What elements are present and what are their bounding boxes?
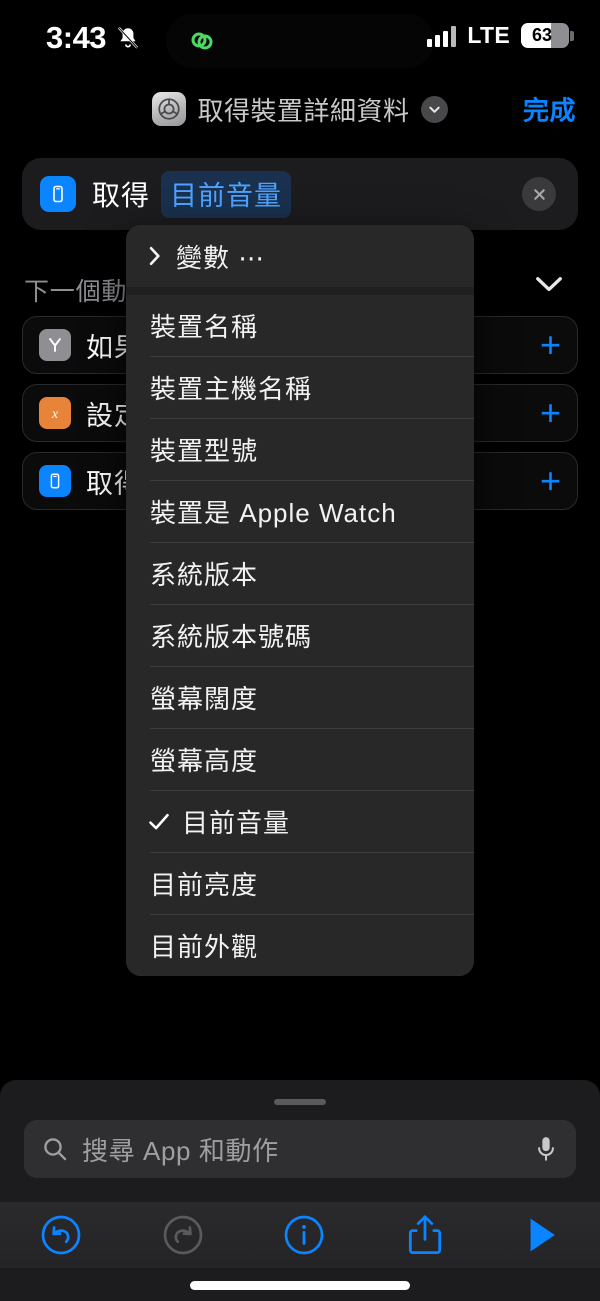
iphone-screen: 3:43 LTE 63 取得裝置詳細資料 完成 取得 目前音量 下一個動作 如果… [0,0,600,1301]
action-library-sheet: 搜尋 App 和動作 [0,1080,600,1301]
menu-item-screen-width[interactable]: 螢幕闊度 [126,667,474,728]
menu-item-current-volume[interactable]: 目前音量 [126,791,474,852]
branch-if-icon [39,329,71,361]
menu-item-label: 系統版本 [150,560,259,590]
menu-item-system-version[interactable]: 系統版本 [126,543,474,604]
menu-item-label: 目前亮度 [150,870,259,900]
parameter-context-menu: 變數 ⋯ 裝置名稱 裝置主機名稱 裝置型號 裝置是 Apple Watch 系統… [126,225,474,976]
battery-percent-label: 63 [531,25,553,45]
menu-item-label: 裝置型號 [150,436,259,466]
done-button[interactable]: 完成 [523,91,576,128]
share-button[interactable] [405,1213,445,1257]
menu-item-current-appearance[interactable]: 目前外觀 [126,915,474,976]
status-bar-left: 3:43 [46,20,141,56]
run-button[interactable] [524,1215,560,1255]
menu-item-label: 螢幕高度 [150,746,259,776]
variable-x-icon: x [39,397,71,429]
redo-button[interactable] [162,1214,204,1256]
status-bar-right: LTE 63 [427,22,574,49]
menu-item-label: 裝置是 Apple Watch [150,498,397,528]
shortcut-glyph-icon [152,92,187,126]
menu-item-label: 系統版本號碼 [150,622,313,652]
sheet-grabber-handle[interactable] [274,1099,326,1105]
menu-item-screen-height[interactable]: 螢幕高度 [126,729,474,790]
menu-item-label: 目前外觀 [150,932,259,962]
shortcut-title-button[interactable]: 取得裝置詳細資料 [152,91,448,128]
action-verb-label: 取得 [92,180,151,211]
action-parameter-token[interactable]: 目前音量 [161,170,292,218]
info-button[interactable] [283,1214,325,1256]
menu-section-divider [126,287,474,295]
menu-item-label: 裝置主機名稱 [150,374,313,404]
chevron-right-icon [147,246,163,266]
action-card-get-device-details[interactable]: 取得 目前音量 [22,158,578,230]
menu-item-current-brightness[interactable]: 目前亮度 [126,853,474,914]
search-input[interactable]: 搜尋 App 和動作 [24,1120,576,1178]
chevron-down-icon[interactable] [420,95,448,123]
menu-item-variables[interactable]: 變數 ⋯ [126,225,474,287]
plus-icon[interactable]: + [540,327,561,363]
close-x-icon[interactable] [522,177,556,211]
device-phone-icon [39,465,71,497]
cellular-signal-icon [427,25,457,47]
menu-item-system-build[interactable]: 系統版本號碼 [126,605,474,666]
menu-item-label: 裝置名稱 [150,312,259,342]
action-text: 取得 目前音量 [92,170,292,218]
microphone-icon[interactable] [534,1135,558,1163]
phone-link-rings-icon [186,25,218,57]
checkmark-icon [148,811,170,833]
undo-button[interactable] [40,1214,82,1256]
battery-indicator: 63 [521,23,574,48]
status-time: 3:43 [46,20,107,55]
search-placeholder-label: 搜尋 App 和動作 [82,1135,279,1166]
dynamic-island[interactable] [166,14,434,68]
page-title: 取得裝置詳細資料 [197,95,410,126]
menu-item-is-apple-watch[interactable]: 裝置是 Apple Watch [126,481,474,542]
next-action-collapse-chevron-down-icon[interactable] [534,275,564,293]
bell-slash-icon [115,25,141,51]
device-phone-icon [40,176,76,212]
menu-item-device-hostname[interactable]: 裝置主機名稱 [126,357,474,418]
status-bar: 3:43 LTE 63 [0,0,600,78]
plus-icon[interactable]: + [540,463,561,499]
navigation-bar: 取得裝置詳細資料 完成 [0,80,600,138]
menu-item-label: 螢幕闊度 [150,684,259,714]
menu-item-label: 變數 ⋯ [176,242,266,273]
home-indicator [190,1281,410,1290]
shortcut-canvas: 取得 目前音量 下一個動作 如果 + x 設定 + 取得 + 變數 ⋯ 裝置名稱… [0,140,600,1080]
plus-icon[interactable]: + [540,395,561,431]
svg-text:x: x [51,407,59,422]
menu-item-device-name[interactable]: 裝置名稱 [126,295,474,356]
network-type-label: LTE [467,22,510,48]
menu-item-device-model[interactable]: 裝置型號 [126,419,474,480]
editor-toolbar [0,1202,600,1268]
search-icon [42,1136,68,1162]
menu-item-label: 目前音量 [182,808,291,838]
